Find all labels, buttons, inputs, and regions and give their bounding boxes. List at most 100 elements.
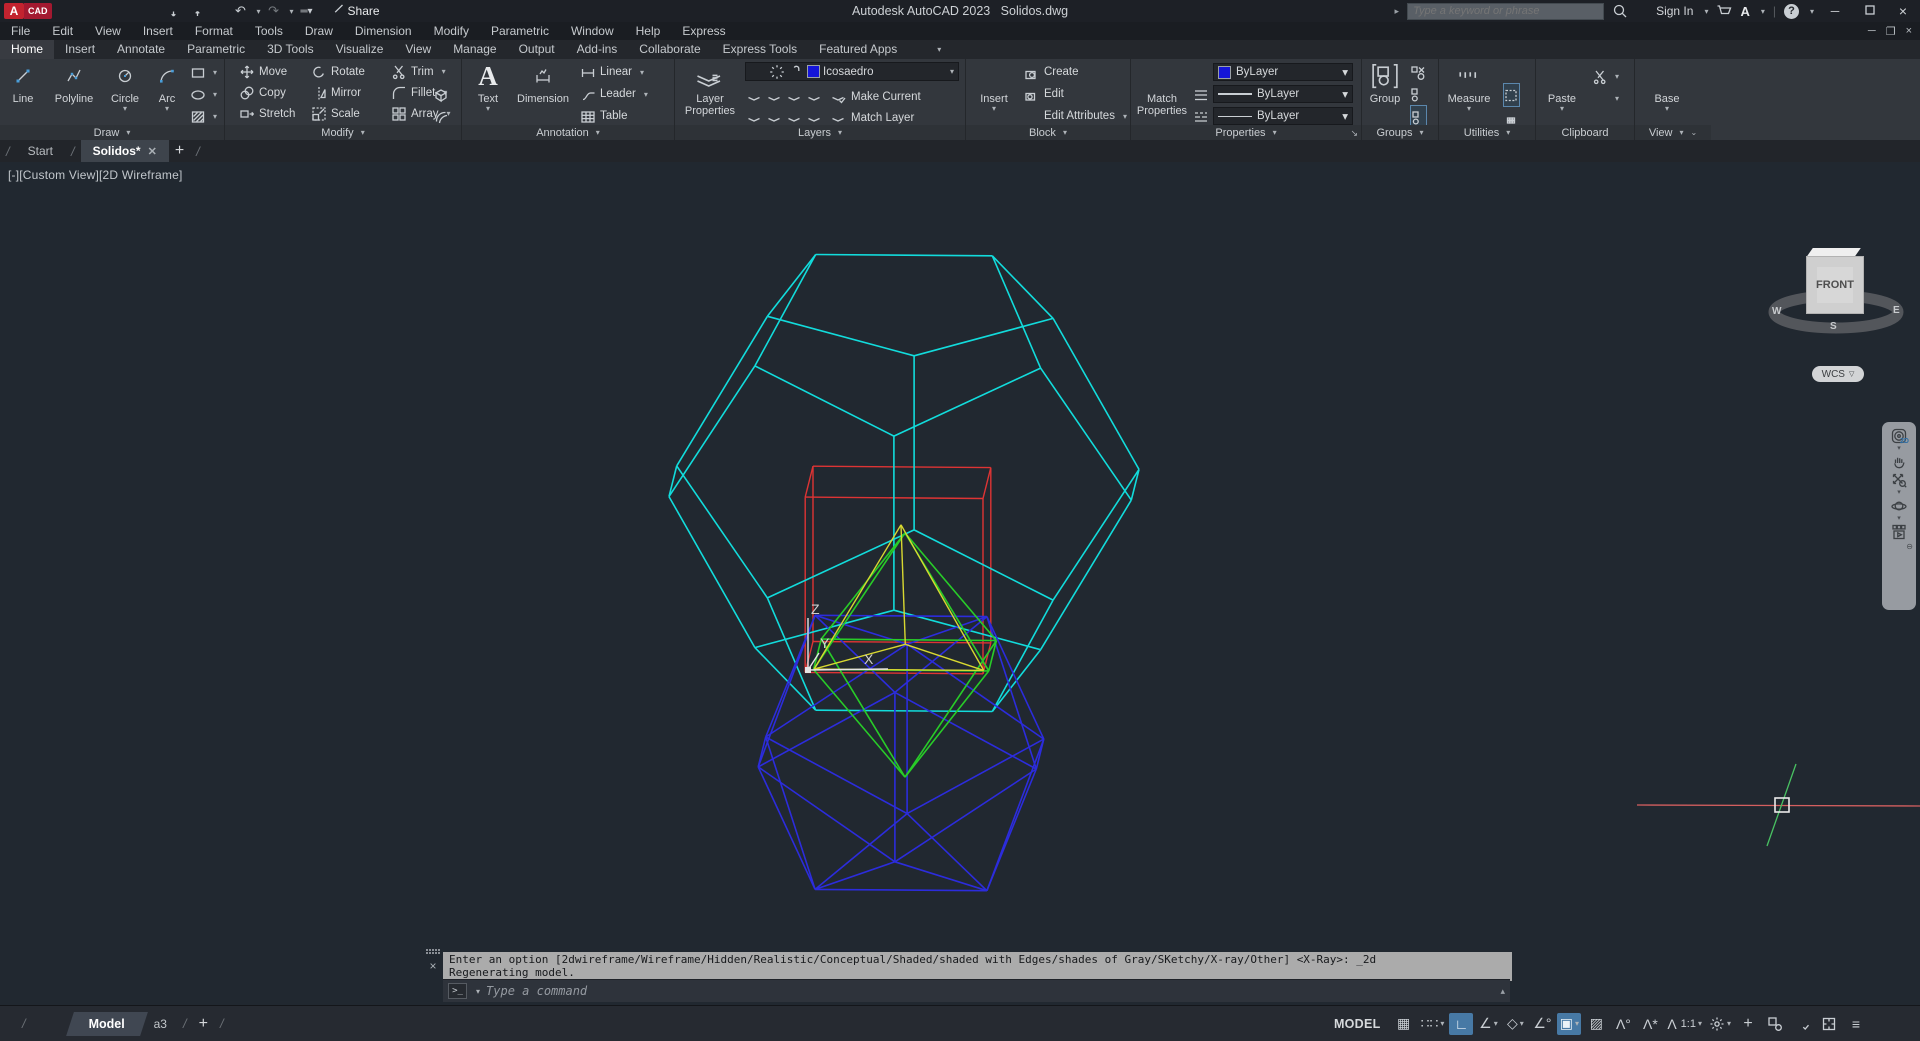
viewcube[interactable]: FRONT: [1806, 256, 1864, 314]
leader-button[interactable]: Leader ▾: [580, 83, 648, 105]
menu-express[interactable]: Express: [671, 24, 736, 38]
ortho-mode-toggle[interactable]: ∟: [1449, 1012, 1474, 1035]
file-tab-close-icon[interactable]: ✕: [148, 145, 157, 158]
clean-screen-button[interactable]: [1817, 1013, 1841, 1035]
annotation-autoscale-toggle[interactable]: Λ*: [1638, 1013, 1662, 1035]
copy-clip-button[interactable]: ▾: [1592, 87, 1619, 109]
tab-output[interactable]: Output: [508, 40, 566, 59]
panel-modify-footer[interactable]: Modify ▾: [225, 125, 461, 140]
polyline-button[interactable]: Polyline: [46, 60, 102, 105]
linetype-icon[interactable]: [1193, 109, 1208, 124]
undo-dropdown[interactable]: ▾: [257, 7, 261, 16]
zoom-extents-button[interactable]: [1891, 472, 1907, 488]
panel-block-footer[interactable]: Block ▾: [966, 125, 1130, 140]
help-icon[interactable]: ?: [1783, 3, 1799, 19]
file-tab-solidos[interactable]: Solidos* ✕: [80, 140, 169, 162]
tab-annotate[interactable]: Annotate: [106, 40, 176, 59]
command-drag-grip[interactable]: [426, 949, 440, 956]
copy-button[interactable]: Copy: [239, 82, 311, 103]
cut-button[interactable]: ▾: [1592, 65, 1619, 87]
menu-file[interactable]: File: [0, 24, 41, 38]
menu-format[interactable]: Format: [184, 24, 244, 38]
new-drawing-button[interactable]: +: [169, 142, 190, 160]
tab-view[interactable]: View: [394, 40, 442, 59]
panel-annotation-footer[interactable]: Annotation ▾: [462, 125, 674, 140]
autodesk-app-dropdown[interactable]: ▾: [1761, 7, 1765, 16]
annotation-visibility-toggle[interactable]: Λ°: [1611, 1013, 1635, 1035]
rotate-button[interactable]: Rotate: [311, 61, 391, 82]
new-layout-button[interactable]: +: [193, 1015, 214, 1033]
visual-style-control[interactable]: [2D Wireframe]: [99, 168, 182, 182]
properties-launcher-icon[interactable]: ↘: [1350, 128, 1358, 139]
lineweight-icon[interactable]: [1193, 87, 1208, 102]
command-close-icon[interactable]: ×: [429, 960, 436, 972]
menu-view[interactable]: View: [84, 24, 132, 38]
snap-mode-toggle[interactable]: ∷∷ ▾: [1419, 1013, 1447, 1035]
compass-west[interactable]: W: [1772, 306, 1781, 317]
file-tab-start[interactable]: Start: [16, 140, 65, 162]
menu-modify[interactable]: Modify: [423, 24, 480, 38]
pan-button[interactable]: [1891, 454, 1907, 470]
panel-layers-footer[interactable]: Layers ▾: [675, 125, 965, 140]
compass-east[interactable]: E: [1893, 305, 1900, 316]
tab-collaborate[interactable]: Collaborate: [628, 40, 711, 59]
tab-insert[interactable]: Insert: [54, 40, 106, 59]
object-color-select[interactable]: ByLayer ▾: [1213, 63, 1353, 81]
menu-parametric[interactable]: Parametric: [480, 24, 560, 38]
match-properties-button[interactable]: Match Properties: [1133, 60, 1191, 117]
tab-add-ins[interactable]: Add-ins: [566, 40, 629, 59]
layer-freeze-tool-icon[interactable]: [787, 89, 803, 105]
sign-in-button[interactable]: Sign In: [1636, 3, 1693, 19]
menu-tools[interactable]: Tools: [244, 24, 294, 38]
dimension-button[interactable]: Dimension: [510, 60, 576, 105]
layer-lock-tool-icon[interactable]: [807, 89, 823, 105]
new-file-button[interactable]: [62, 2, 84, 21]
ungroup-button[interactable]: [1410, 61, 1427, 83]
command-input-row[interactable]: >_ ▾ Type a command ▴: [443, 979, 1510, 1002]
isolate-objects-button[interactable]: [1763, 1013, 1787, 1035]
panel-utilities-footer[interactable]: Utilities ▾: [1439, 125, 1535, 140]
command-expand-icon[interactable]: ▴: [1500, 986, 1505, 997]
select-window-button[interactable]: [1503, 83, 1520, 107]
group-edit-button[interactable]: [1410, 83, 1427, 105]
tab-manage[interactable]: Manage: [442, 40, 507, 59]
insert-block-button[interactable]: Insert ▾: [970, 60, 1018, 113]
zoom-dropdown[interactable]: ▾: [1897, 489, 1901, 496]
table-button[interactable]: Table: [580, 105, 648, 127]
layer-select[interactable]: Icosaedro ▾: [745, 62, 959, 81]
line-button[interactable]: Line: [2, 60, 44, 105]
layer-thaw-tool-icon[interactable]: [787, 110, 803, 126]
autodesk-app-icon[interactable]: A: [1740, 4, 1749, 19]
import-button[interactable]: [182, 2, 204, 21]
hatch-tool-button[interactable]: ▾: [190, 105, 217, 127]
measure-button[interactable]: Measure ▾: [1443, 60, 1495, 113]
redo-dropdown[interactable]: ▾: [290, 7, 294, 16]
annotation-scale-button[interactable]: Λ 1:1 ▾: [1665, 1013, 1704, 1035]
text-button[interactable]: A Text ▾: [468, 60, 508, 113]
lineweight-select[interactable]: ByLayer ▾: [1213, 85, 1353, 103]
edit-attributes-button[interactable]: Edit Attributes ▾: [1024, 105, 1127, 127]
showmotion-button[interactable]: [1891, 524, 1907, 540]
ribbon-collapse-button[interactable]: ▾: [916, 41, 941, 57]
status-customize-button[interactable]: ≡: [1844, 1013, 1868, 1035]
menu-help[interactable]: Help: [625, 24, 672, 38]
undo-button[interactable]: ↶: [230, 2, 252, 21]
tab-express-tools[interactable]: Express Tools: [712, 40, 808, 59]
model-space-toggle[interactable]: MODEL: [1334, 1017, 1381, 1031]
command-customize-icon[interactable]: [425, 986, 441, 1002]
tab-3d-tools[interactable]: 3D Tools: [256, 40, 324, 59]
menu-dimension[interactable]: Dimension: [344, 24, 423, 38]
rectangle-tool-button[interactable]: ▾: [190, 61, 217, 83]
explode-button[interactable]: [433, 83, 448, 105]
grid-display-toggle[interactable]: ▦: [1392, 1013, 1416, 1035]
color-wheel-icon[interactable]: [1193, 65, 1208, 80]
base-button[interactable]: Base ▾: [1645, 60, 1689, 113]
layer-unlock-tool-icon[interactable]: [807, 110, 823, 126]
viewcube-top-face[interactable]: [1807, 248, 1861, 256]
annotation-monitor-toggle[interactable]: +: [1736, 1013, 1760, 1035]
offset-button[interactable]: [433, 105, 448, 127]
view-name-control[interactable]: [Custom View]: [19, 168, 99, 182]
scale-button[interactable]: Scale: [311, 103, 391, 124]
command-window-rail[interactable]: ×: [424, 949, 442, 1003]
layer-off-tool-icon[interactable]: [747, 89, 763, 105]
